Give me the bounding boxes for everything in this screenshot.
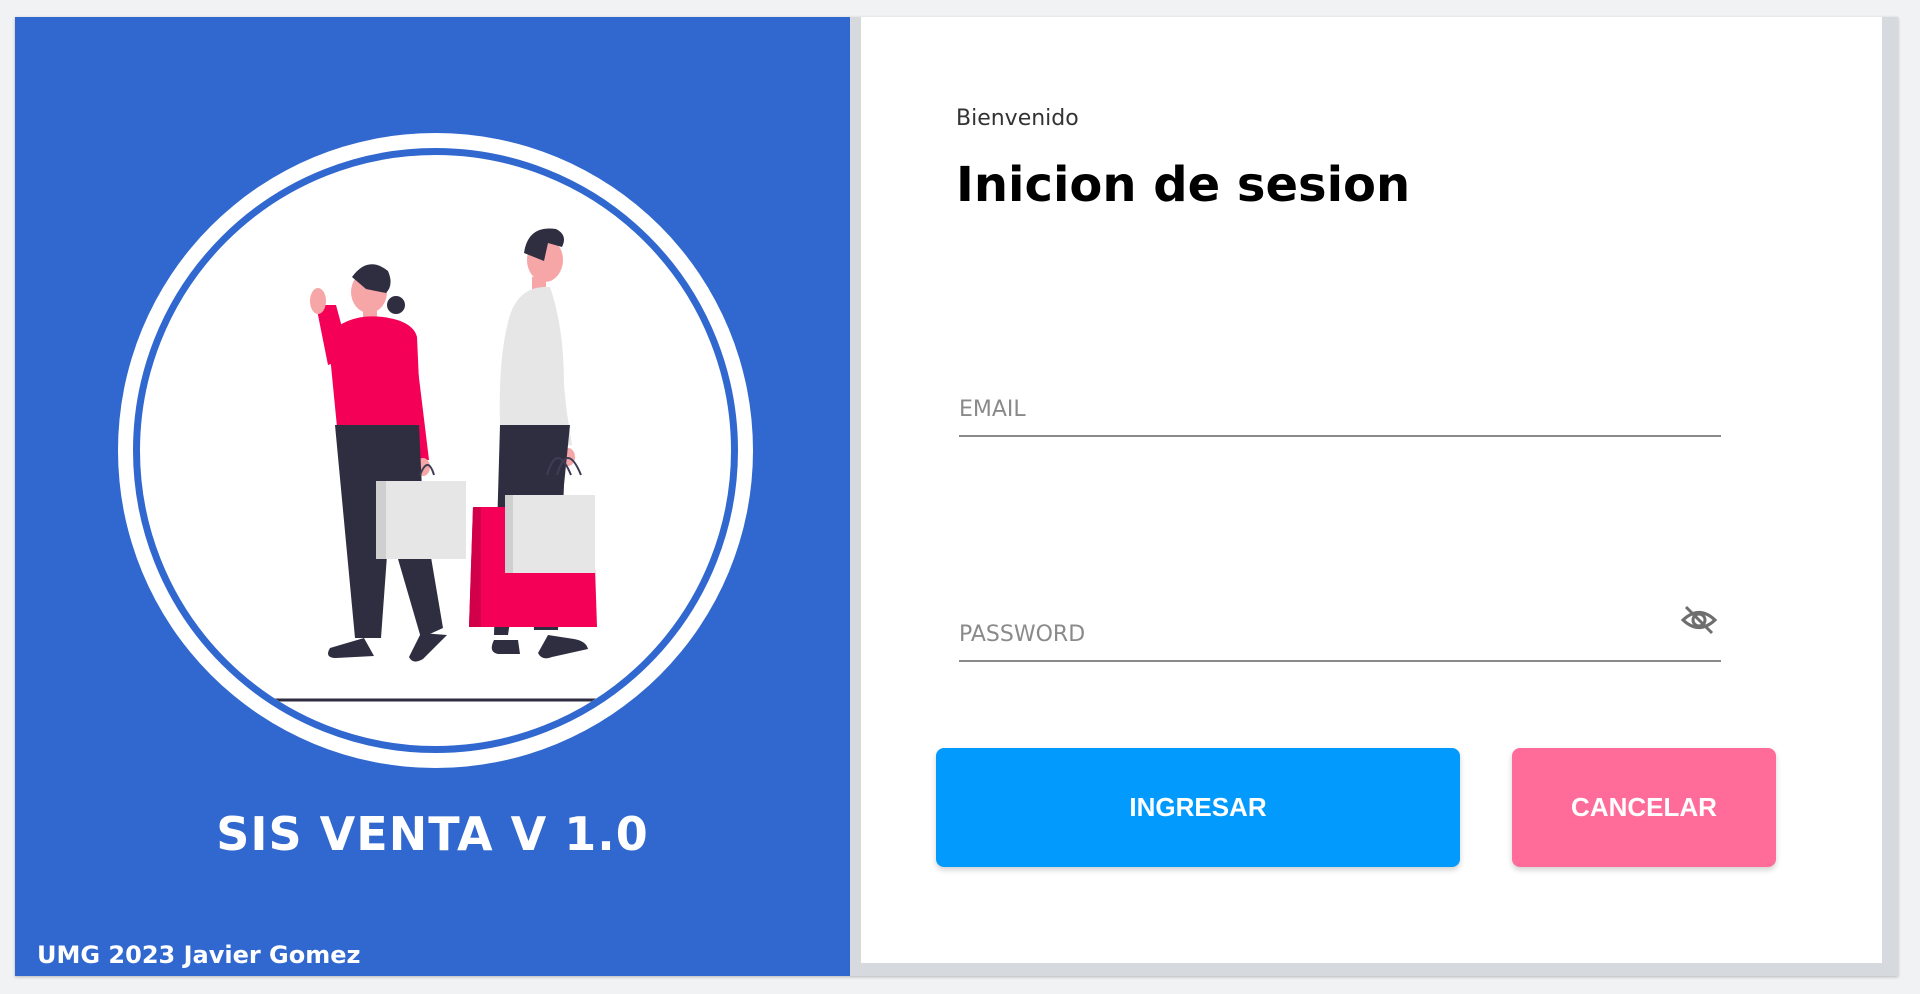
footer-credit: UMG 2023 Javier Gomez [37,941,361,969]
email-field[interactable] [959,391,1659,427]
app-title: SIS VENTA V 1.0 [216,807,649,861]
login-window: SIS VENTA V 1.0 UMG 2023 Javier Gomez Bi… [15,17,1898,976]
password-field-container [959,600,1721,662]
ingresar-button[interactable]: INGRESAR [936,748,1460,867]
cancelar-button[interactable]: CANCELAR [1512,748,1776,867]
login-panel: Bienvenido Inicion de sesion INGRESAR CA… [861,17,1882,963]
welcome-text: Bienvenido [956,106,1079,131]
branding-panel: SIS VENTA V 1.0 UMG 2023 Javier Gomez [15,17,850,976]
illustration-ring [133,148,738,753]
password-field[interactable] [959,616,1659,652]
man-figure [469,228,597,659]
illustration-circle [118,133,753,768]
shopping-people-illustration [230,228,660,702]
login-heading: Inicion de sesion [956,157,1411,213]
email-field-container [959,375,1721,437]
woman-figure [310,264,466,662]
eye-off-icon[interactable] [1677,600,1721,640]
